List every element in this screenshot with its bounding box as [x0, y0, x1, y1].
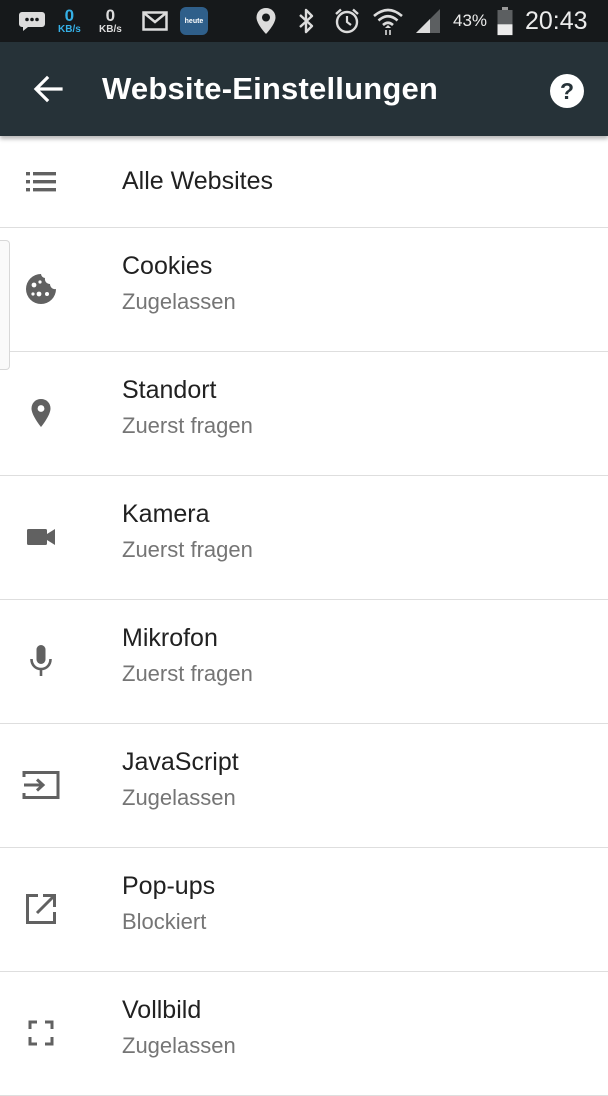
setting-item-fullscreen[interactable]: Vollbild Zugelassen: [0, 972, 608, 1096]
site-settings-list: Alle Websites Cookies Zugelassen Standor…: [0, 136, 608, 1096]
setting-value: Zuerst fragen: [122, 413, 253, 438]
mic-icon: [22, 642, 60, 680]
setting-label: JavaScript: [122, 748, 239, 776]
svg-text:?: ?: [560, 78, 574, 104]
fullscreen-icon: [22, 1014, 60, 1052]
setting-item-location[interactable]: Standort Zuerst fragen: [0, 352, 608, 476]
setting-label: Pop-ups: [122, 872, 216, 900]
signal-icon: [414, 0, 442, 42]
edge-panel-handle[interactable]: [0, 240, 10, 370]
battery-icon: [496, 0, 514, 42]
heute-app-icon: heute: [180, 0, 208, 42]
arrow-back-icon[interactable]: [28, 69, 68, 109]
setting-item-popups[interactable]: Pop-ups Blockiert: [0, 848, 608, 972]
setting-item-microphone[interactable]: Mikrofon Zuerst fragen: [0, 600, 608, 724]
location-icon: [255, 0, 277, 42]
status-bar: 0 KB/s 0 KB/s heute 43% 20:43: [0, 0, 608, 42]
setting-value: Zuerst fragen: [122, 661, 253, 686]
wifi-icon: [372, 0, 404, 42]
setting-value: Zuerst fragen: [122, 537, 253, 562]
rx-value: 0: [64, 6, 75, 25]
setting-label: Standort: [122, 376, 217, 404]
clock: 20:43: [525, 6, 588, 35]
help-circle-icon[interactable]: ?: [548, 72, 586, 110]
messages-icon: [18, 0, 46, 42]
input-arrow-icon: [22, 766, 60, 804]
location-pin-icon: [22, 394, 60, 432]
page-title: Website-Einstellungen: [102, 71, 439, 106]
gmail-icon: [142, 0, 168, 42]
bluetooth-icon: [296, 0, 316, 42]
setting-value: Blockiert: [122, 909, 207, 934]
alarm-icon: [333, 0, 361, 42]
network-tx-speed: 0 KB/s: [99, 0, 122, 42]
all-sites-item[interactable]: Alle Websites: [0, 136, 608, 228]
rx-unit: KB/s: [58, 24, 81, 35]
network-rx-speed: 0 KB/s: [58, 0, 81, 42]
tx-value: 0: [105, 6, 116, 25]
setting-item-javascript[interactable]: JavaScript Zugelassen: [0, 724, 608, 848]
setting-value: Zugelassen: [122, 785, 236, 810]
setting-item-cookies[interactable]: Cookies Zugelassen: [0, 228, 608, 352]
setting-label: Kamera: [122, 500, 210, 528]
open-in-new-icon: [22, 890, 60, 928]
tx-unit: KB/s: [99, 24, 122, 35]
videocam-icon: [22, 518, 60, 556]
heute-label: heute: [184, 17, 204, 25]
all-sites-label: Alle Websites: [122, 167, 273, 195]
setting-label: Vollbild: [122, 996, 202, 1024]
setting-value: Zugelassen: [122, 289, 236, 314]
setting-value: Zugelassen: [122, 1033, 236, 1058]
app-bar: Website-Einstellungen ?: [0, 42, 608, 136]
cookie-icon: [22, 270, 60, 308]
setting-item-camera[interactable]: Kamera Zuerst fragen: [0, 476, 608, 600]
setting-label: Mikrofon: [122, 624, 218, 652]
list-icon: [22, 163, 60, 201]
battery-percent: 43%: [453, 11, 488, 30]
setting-label: Cookies: [122, 252, 213, 280]
